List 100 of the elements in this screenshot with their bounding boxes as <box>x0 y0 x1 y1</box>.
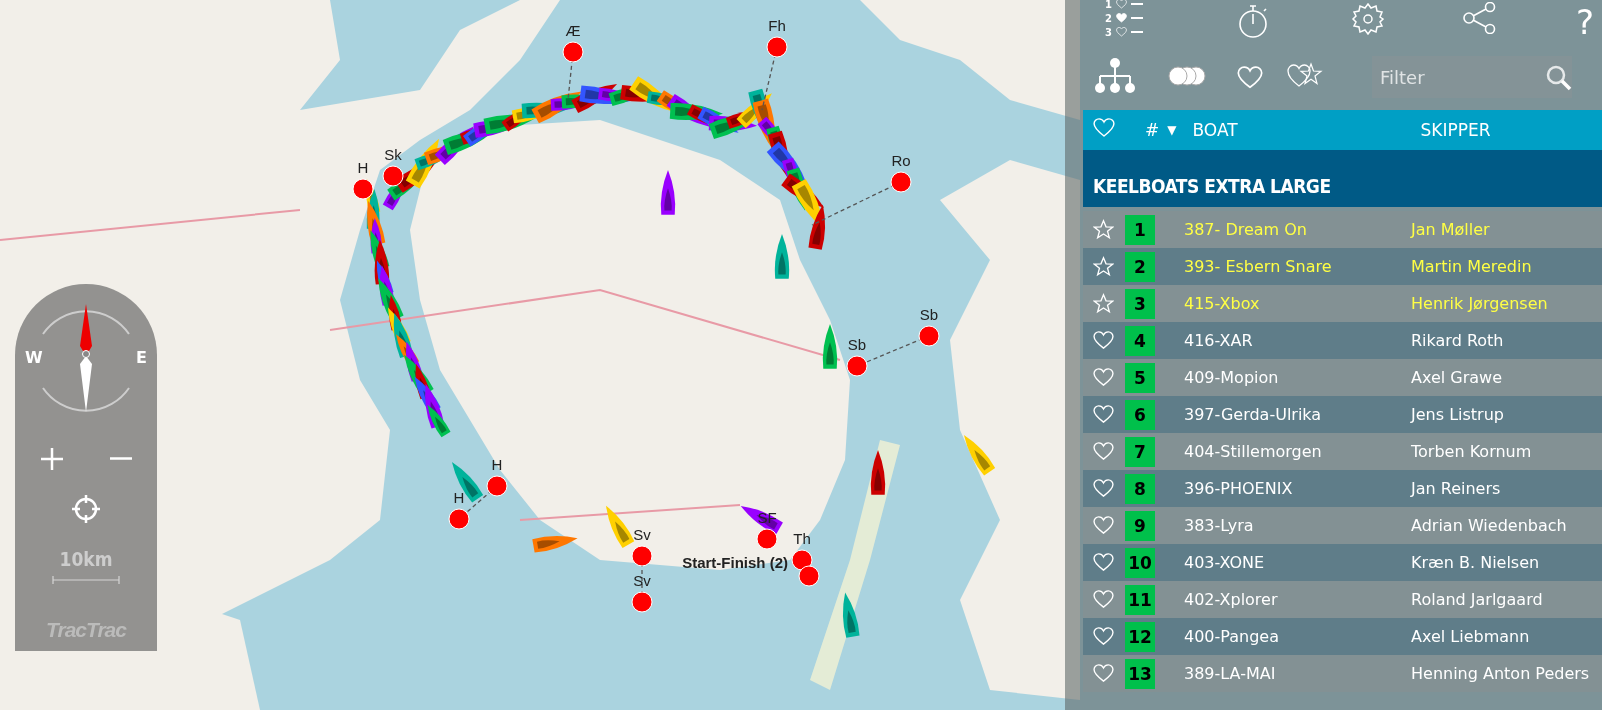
heart-icon[interactable] <box>1115 27 1127 37</box>
rank-badge: 5 <box>1125 362 1155 393</box>
heart-icon[interactable] <box>1093 479 1114 498</box>
mark-buoy-icon[interactable] <box>766 36 788 58</box>
heart-icon[interactable] <box>1093 405 1114 424</box>
mark-label: H <box>453 489 465 506</box>
west-label: W <box>25 348 43 367</box>
heart-icon[interactable] <box>1115 13 1127 23</box>
skipper-name: Rikard Roth <box>1411 331 1504 350</box>
rank-badge: 13 <box>1125 658 1155 689</box>
mark-buoy-icon[interactable] <box>352 178 374 200</box>
table-row[interactable]: 9 383-Lyra Adrian Wiedenbach <box>1083 507 1602 544</box>
table-row[interactable]: 13 389-LA-MAI Henning Anton Peders <box>1083 655 1602 692</box>
boat-icon <box>427 404 451 438</box>
mark-buoy-icon[interactable] <box>798 565 820 587</box>
mark-buoy-icon[interactable] <box>486 475 508 497</box>
boat-name: 403-XONE <box>1184 553 1266 572</box>
heart-icon[interactable] <box>1093 442 1114 461</box>
star-icon[interactable] <box>1093 256 1114 277</box>
heart-icon[interactable] <box>1237 66 1263 90</box>
rank-badge: 4 <box>1125 325 1155 356</box>
skipper-name: Torben Kornum <box>1411 442 1532 461</box>
boat-icon <box>451 462 484 503</box>
star-icon[interactable] <box>1093 293 1114 314</box>
heart-icon[interactable] <box>1093 590 1114 609</box>
mark-label: Sb <box>847 336 867 353</box>
heart-icon[interactable] <box>1115 0 1127 9</box>
table-row[interactable]: 5 409-Mopion Axel Grawe <box>1083 359 1602 396</box>
boat-name: 393- Esbern Snare <box>1184 257 1333 276</box>
zoom-in-button[interactable] <box>39 446 65 472</box>
mark-label: H <box>491 456 503 473</box>
table-row[interactable]: 6 397-Gerda-Ulrika Jens Listrup <box>1083 396 1602 433</box>
table-row[interactable]: 3 415-Xbox Henrik Jørgensen <box>1083 285 1602 322</box>
start-finish-label: Start-Finish (2) <box>682 554 788 571</box>
mark-label: Sk <box>384 146 402 163</box>
mark-buoy-icon[interactable] <box>918 325 940 347</box>
heart-icon[interactable] <box>1093 516 1114 535</box>
table-row[interactable]: 7 404-Stillemorgen Torben Kornum <box>1083 433 1602 470</box>
table-row[interactable]: 12 400-Pangea Axel Liebmann <box>1083 618 1602 655</box>
rank-badge: 7 <box>1125 436 1155 467</box>
rank-badge: 6 <box>1125 399 1155 430</box>
mark-buoy-icon[interactable] <box>791 549 813 571</box>
table-row[interactable]: 8 396-PHOENIX Jan Reiners <box>1083 470 1602 507</box>
circles-icon[interactable] <box>1168 66 1206 86</box>
boat-name: 389-LA-MAI <box>1184 664 1277 683</box>
settings-icon[interactable] <box>1351 2 1385 36</box>
heart-icon[interactable] <box>1093 627 1114 646</box>
mark-buoy-icon[interactable] <box>890 171 912 193</box>
skipper-name: Jan Møller <box>1411 220 1490 239</box>
table-row[interactable]: 1 387- Dream On Jan Møller <box>1083 211 1602 248</box>
mark-label: Ro <box>891 152 911 169</box>
legend-number: 2 <box>1105 12 1112 24</box>
skipper-name: Adrian Wiedenbach <box>1411 516 1567 535</box>
heart-icon[interactable] <box>1093 331 1114 350</box>
zoom-out-button[interactable] <box>109 457 133 460</box>
mark-buoy-icon[interactable] <box>631 591 653 613</box>
boat-icon <box>774 234 790 279</box>
mark-buoy-icon[interactable] <box>382 165 404 187</box>
table-row[interactable]: 2 393- Esbern Snare Martin Meredin <box>1083 248 1602 285</box>
boat-name: 416-XAR <box>1184 331 1254 350</box>
mark-label: Sv <box>633 572 651 589</box>
heart-icon[interactable] <box>1093 664 1114 683</box>
search-icon[interactable] <box>1545 64 1573 92</box>
rank-badge: 8 <box>1125 473 1155 504</box>
boat-name: 404-Stillemorgen <box>1184 442 1323 461</box>
heart-icon[interactable] <box>1093 368 1114 387</box>
table-row[interactable]: 10 403-XONE Kræn B. Nielsen <box>1083 544 1602 581</box>
table-row[interactable]: 4 416-XAR Rikard Roth <box>1083 322 1602 359</box>
locate-icon[interactable] <box>71 494 101 524</box>
table-row[interactable]: 11 402-Xplorer Roland Jarlgaard <box>1083 581 1602 618</box>
scale-bar-icon <box>52 576 120 584</box>
hierarchy-icon[interactable] <box>1095 58 1135 94</box>
boat-icon <box>842 592 860 638</box>
skipper-name: Kræn B. Nielsen <box>1411 553 1540 572</box>
boat-icon <box>660 170 676 215</box>
mark-label: Sv <box>633 526 651 543</box>
share-icon[interactable] <box>1463 2 1497 34</box>
rank-badge: 11 <box>1125 584 1155 615</box>
rank-badge: 10 <box>1125 547 1155 578</box>
rank-badge: 3 <box>1125 288 1155 319</box>
mark-label: Sb <box>919 306 939 323</box>
mark-buoy-icon[interactable] <box>562 41 584 63</box>
heart-icon[interactable] <box>1093 118 1115 138</box>
boat-icon <box>606 505 635 548</box>
mark-label: Th <box>793 530 811 547</box>
rank-badge: 9 <box>1125 510 1155 541</box>
rank-badge: 2 <box>1125 251 1155 282</box>
boat-name: 397-Gerda-Ulrika <box>1184 405 1323 424</box>
mark-buoy-icon[interactable] <box>846 355 868 377</box>
boat-name: 415-Xbox <box>1184 294 1261 313</box>
mark-buoy-icon[interactable] <box>756 528 778 550</box>
boat-name: 387- Dream On <box>1184 220 1308 239</box>
scale-label: 10km <box>59 548 113 570</box>
legend-number: 3 <box>1105 26 1112 38</box>
star-icon[interactable] <box>1093 219 1114 240</box>
mark-buoy-icon[interactable] <box>631 545 653 567</box>
mark-buoy-icon[interactable] <box>448 508 470 530</box>
skipper-name: Roland Jarlgaard <box>1411 590 1543 609</box>
stopwatch-icon[interactable] <box>1237 2 1269 40</box>
heart-icon[interactable] <box>1093 553 1114 572</box>
